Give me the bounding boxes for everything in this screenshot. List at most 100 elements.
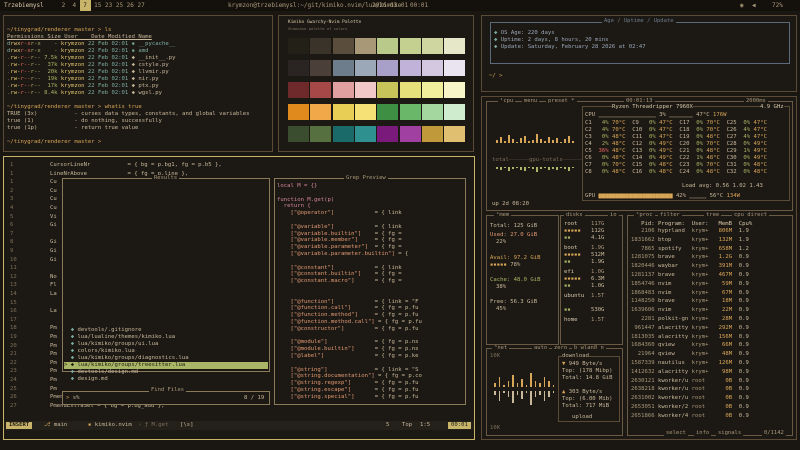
net-down-bar xyxy=(516,383,518,387)
cpu-title[interactable]: ¹cpu xyxy=(498,98,516,105)
proc-signals[interactable]: signals xyxy=(716,430,744,437)
proc-row[interactable]: 1820446 waybar krym+ 391M 0.9 xyxy=(631,263,749,270)
net-down-top: Top: (178 Mibp) xyxy=(562,368,613,374)
net-auto[interactable]: auto xyxy=(532,345,550,352)
proc-row[interactable]: 1281075 brave krym+ 1.2G 0.9 xyxy=(631,254,749,261)
nvim-window[interactable]: CursorLineNr = { bg = p.bg1, fg = p.b5 }… xyxy=(3,156,475,440)
prompt-home: ~/ > xyxy=(489,73,503,79)
proc-row[interactable]: 2631002 kworker/u root 0B 0.9 xyxy=(631,395,749,402)
result-item[interactable]: ◆ lua/kimiko/groups/diagnostics.lua xyxy=(64,355,268,362)
net-up-bar xyxy=(498,391,500,401)
proc-row[interactable]: 2106 hyprland krym+ 806M 1.9 xyxy=(631,228,749,235)
palette-swatch xyxy=(377,82,399,98)
mem-title[interactable]: ²mem xyxy=(494,212,512,219)
proc-row[interactable]: 1854746 nvim krym+ 59M 0.9 xyxy=(631,281,749,288)
proc-tree[interactable]: tree xyxy=(704,212,722,219)
proc-row[interactable]: 1281137 brave krym+ 467M 0.9 xyxy=(631,272,749,279)
result-item[interactable]: ◆ devtools/.gitignore xyxy=(64,327,268,334)
mem-cache-pct: 38% xyxy=(496,284,507,290)
mem-free: Free: 56.3 GiB xyxy=(490,299,538,305)
proc-sort[interactable]: cpu direct xyxy=(732,212,770,219)
gpu-graph-bar xyxy=(508,167,510,171)
palette-swatch xyxy=(444,126,466,142)
proc-row[interactable]: 2638218 kworker/u root 0B 0.9 xyxy=(631,386,749,393)
find-files-title: Find Files xyxy=(149,387,187,394)
proc-row[interactable]: 7865 spotify krym+ 658M 1.2 xyxy=(631,246,749,253)
gpu-meter: GPU ▆▆▆▆▆▆▆▆▆▆▆▆▆▆▆▆▆▆▆▆▆▆ 42% ▁▁▁▁▁ 56°… xyxy=(585,193,740,199)
file-icon: ◆ xyxy=(64,355,78,361)
btop-window[interactable]: ¹cpu menu preset * 00:01:13 2000ms Ryzen… xyxy=(481,96,797,440)
disk-free: ▪▪ 4.1G xyxy=(564,235,605,241)
proc-info[interactable]: info xyxy=(694,430,712,437)
line-number: 9 xyxy=(10,248,14,254)
mem-used-pct: 22% xyxy=(496,239,507,245)
proc-row[interactable]: 2630121 kworker/u root 0B 0.9 xyxy=(631,378,749,385)
proc-row[interactable]: 2653051 kworker/2 root 0B 0.9 xyxy=(631,404,749,411)
disks-title[interactable]: disks xyxy=(564,212,585,219)
proc-row[interactable]: 1831662 btop krym+ 132M 1.9 xyxy=(631,237,749,244)
proc-row[interactable]: 1148250 brave krym+ 18M 0.9 xyxy=(631,298,749,305)
result-item[interactable]: > ◆ lua/kimiko/groups/treesitter.lua xyxy=(64,362,268,369)
line-number: 17 xyxy=(10,316,17,323)
palette-swatch xyxy=(310,38,332,54)
result-item[interactable]: ◆ design.md xyxy=(64,376,268,383)
ls-row: .rw-r--r-- 19k krymzon 22 Feb 02:01 ◆ ni… xyxy=(7,76,159,82)
line-number: 13 xyxy=(10,282,17,289)
find-query-input[interactable]: > s% xyxy=(66,395,80,402)
results-title: Results xyxy=(152,175,180,182)
palette-swatch xyxy=(354,126,376,142)
proc-select[interactable]: select xyxy=(664,430,688,437)
net-interface[interactable]: b wlan0 n xyxy=(572,345,606,352)
buffer-line: Pm xyxy=(50,334,57,340)
proc-row[interactable]: 2281 polkit-gn krym+ 28M 0.9 xyxy=(631,316,749,323)
terminal-ls[interactable]: ~/tinygrad/renderer master > ls Permissi… xyxy=(3,15,273,152)
buffer-line: Gi xyxy=(50,248,57,254)
workspace-27[interactable]: 27 xyxy=(134,0,148,11)
result-item[interactable]: ◆ lua/kimiko/groups/ui.lua xyxy=(64,341,268,348)
proc-row[interactable]: 1684360 qview krym+ 66M 0.9 xyxy=(631,342,749,349)
net-up-bar xyxy=(521,391,523,399)
palette-swatch xyxy=(288,82,309,98)
cpu-graph-bar xyxy=(528,141,530,143)
proc-row[interactable]: 1412632 alacritty krym+ 98M 0.9 xyxy=(631,369,749,376)
cpu-graph-bar xyxy=(500,137,502,143)
workspace-7[interactable]: 7 xyxy=(79,0,91,11)
result-item[interactable]: ◆ colors/kimiko.lua xyxy=(64,348,268,355)
workspace-2[interactable]: 2 xyxy=(58,0,69,11)
proc-row[interactable]: 1639606 nvim krym+ 22M 0.9 xyxy=(631,307,749,314)
line-number: 12 xyxy=(10,273,17,280)
disk-used: ▪▪▪▪▪ 512M xyxy=(564,252,605,258)
proc-row[interactable]: 1813035 alacritty krym+ 156M 0.9 xyxy=(631,334,749,341)
net-down-bar xyxy=(512,375,514,387)
net-up-bar xyxy=(507,391,509,397)
proc-row[interactable]: 2651866 kworker/4 root 0B 0.9 xyxy=(631,413,749,420)
proc-title[interactable]: ⁴proc xyxy=(634,212,655,219)
proc-row[interactable]: 1587339 nautilus krym+ 126M 0.9 xyxy=(631,360,749,367)
proc-row[interactable]: 21964 qview krym+ 48M 0.9 xyxy=(631,351,749,358)
palette-swatch xyxy=(399,60,421,76)
proc-row[interactable]: 1868483 nvim krym+ 67M 0.9 xyxy=(631,290,749,297)
proc-row[interactable]: 961447 alacritty krym+ 292M 0.9 xyxy=(631,325,749,332)
wifi-icon: ◉ xyxy=(740,2,744,9)
palette-swatch xyxy=(310,82,332,98)
workspace-4[interactable]: 4 xyxy=(69,0,80,11)
net-zero[interactable]: zero xyxy=(552,345,570,352)
menu-title[interactable]: menu xyxy=(522,98,540,105)
result-item[interactable]: ◆ lua/lualine/themes/kimiko.lua xyxy=(64,334,268,341)
prompt-chevron-icon: > xyxy=(66,395,73,401)
net-down-rate: ▼ 949 Byte/s xyxy=(562,361,603,367)
cpu-graph-bar xyxy=(536,134,538,143)
net-title[interactable]: ³net xyxy=(492,345,510,352)
result-item[interactable]: ◆ devtools/design.md xyxy=(64,369,268,376)
palette-swatch xyxy=(421,38,443,54)
palette-swatch xyxy=(421,104,443,120)
cpu-freq: 4.9 GHz xyxy=(760,104,784,111)
preset-title[interactable]: preset * xyxy=(546,98,577,105)
cpu-graph-bar xyxy=(560,142,562,143)
workspace-list[interactable]: 2 4 7 15 23 25 26 27 xyxy=(58,0,145,11)
buffer-line: Pm xyxy=(50,368,57,375)
proc-filter[interactable]: filter xyxy=(658,212,682,219)
disks-io[interactable]: io xyxy=(608,212,619,219)
gpu-graph-bar xyxy=(512,167,514,169)
buffer-line: La xyxy=(50,308,57,315)
